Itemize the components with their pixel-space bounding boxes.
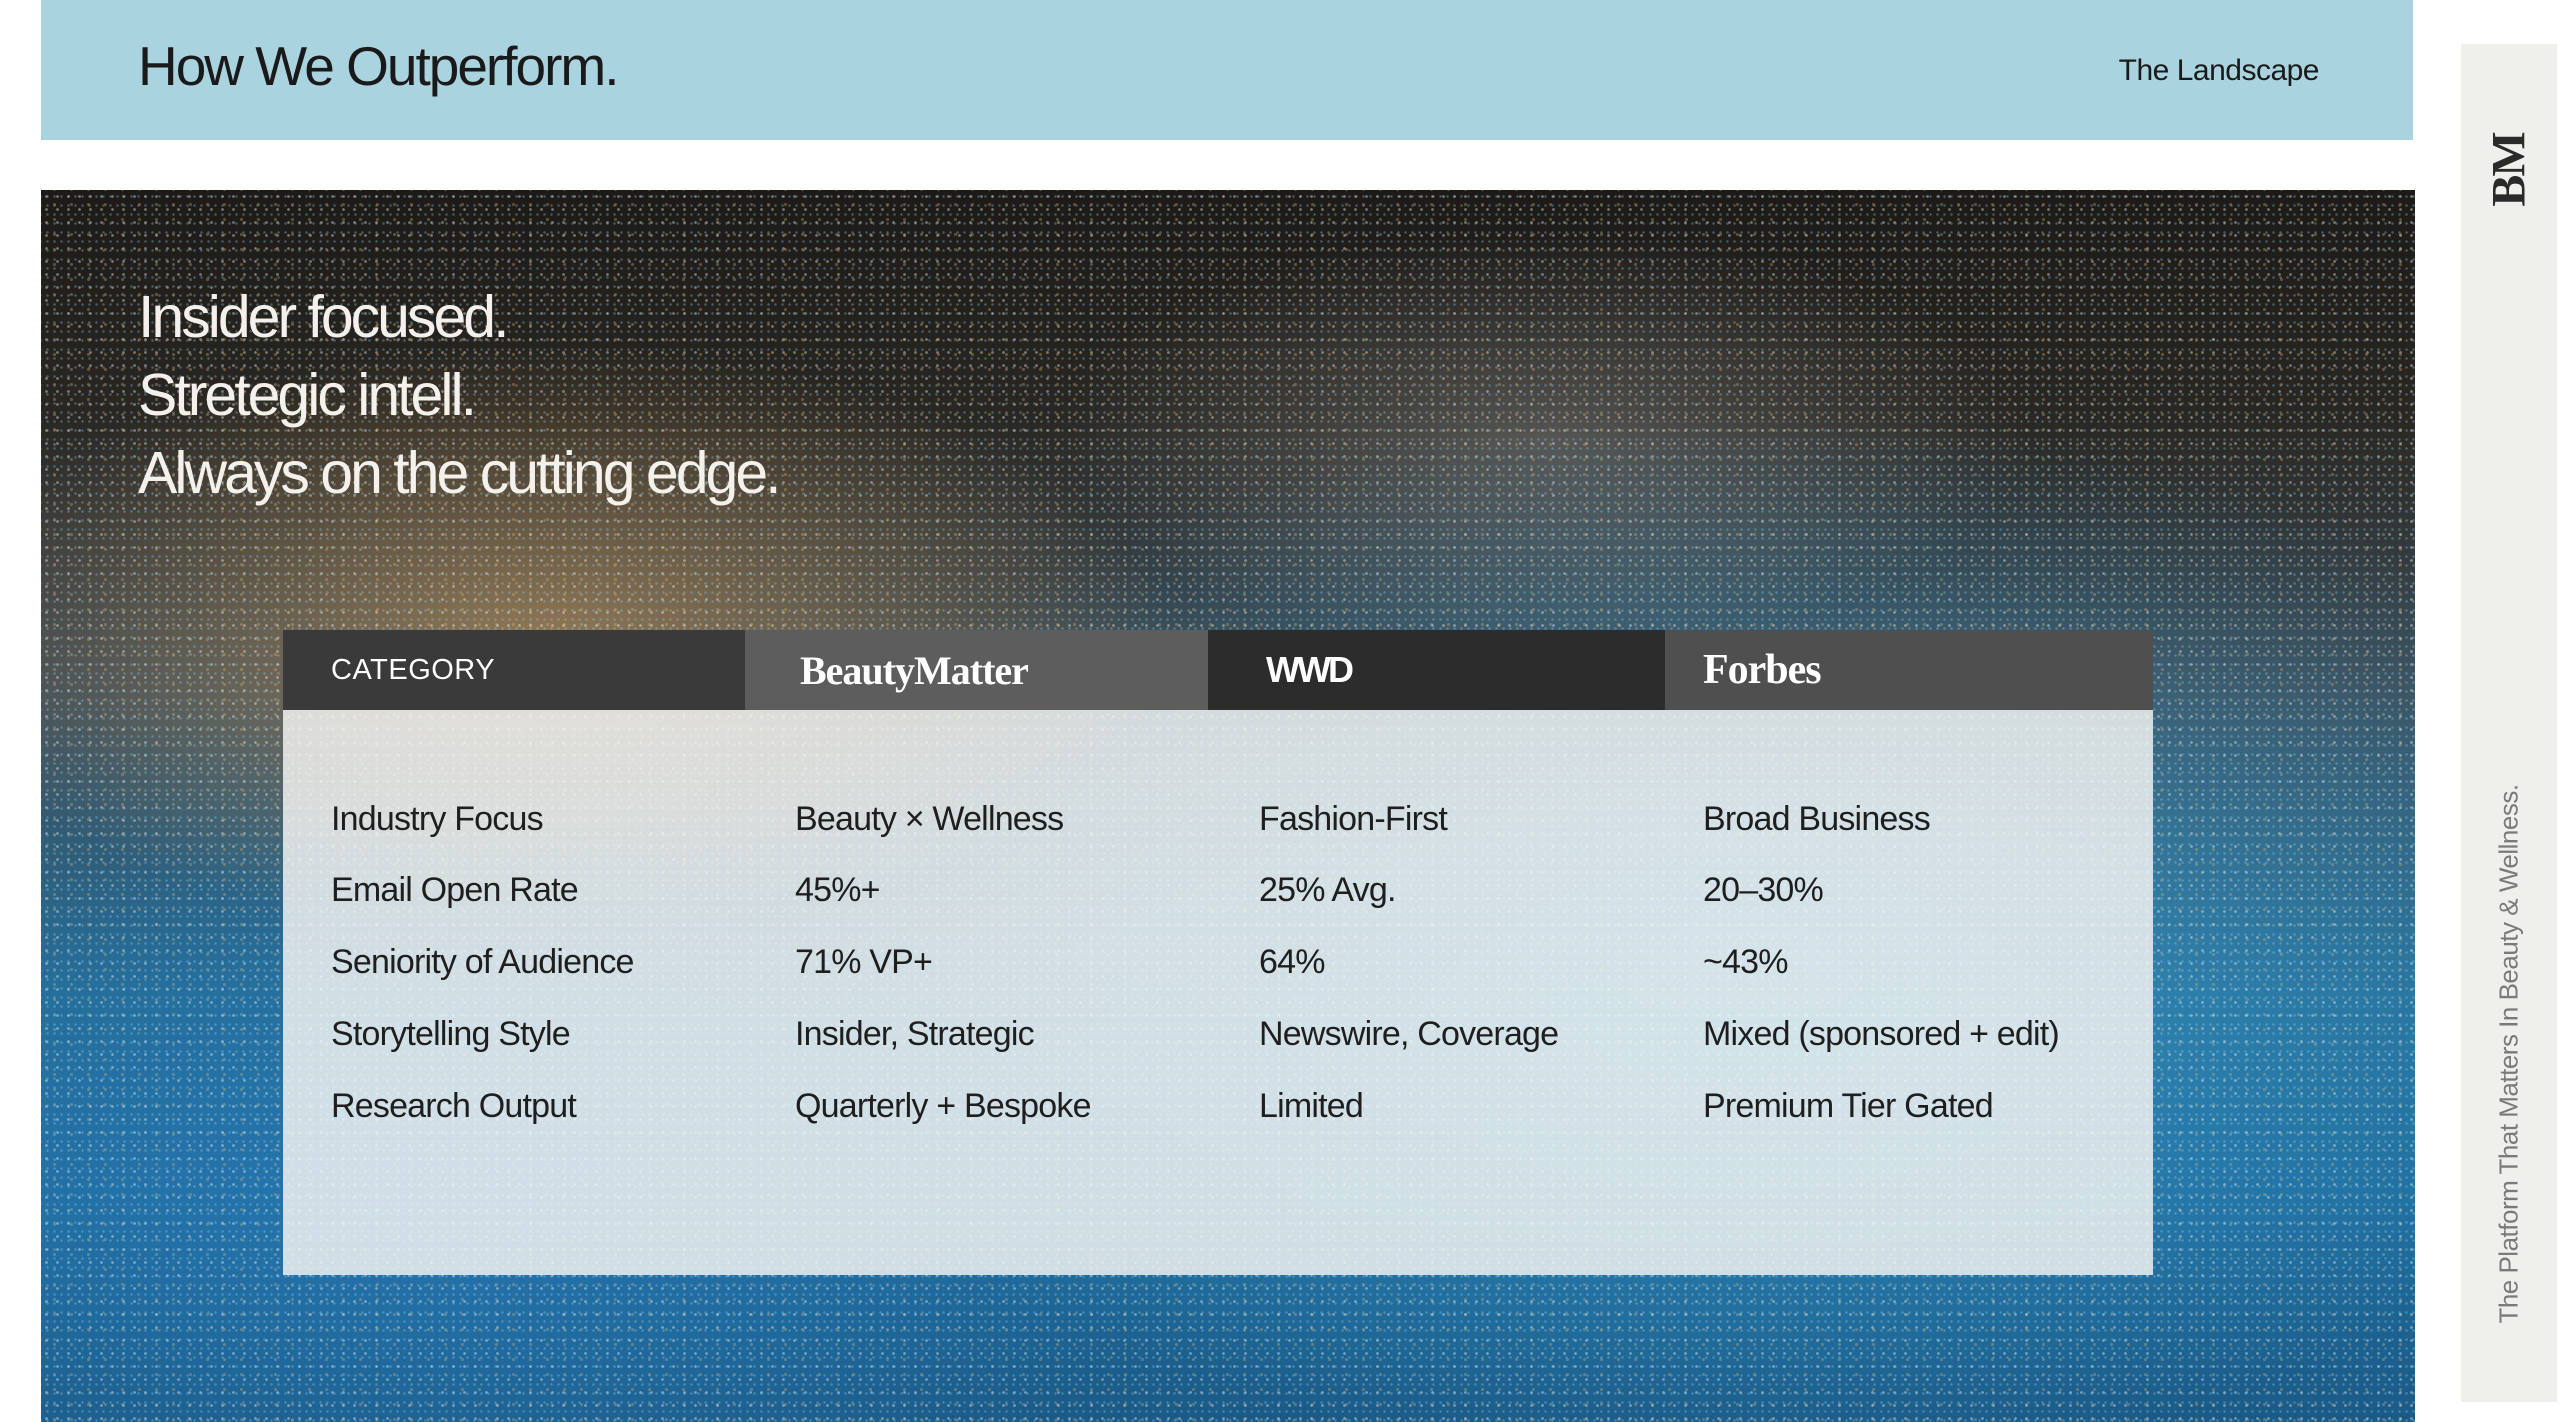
hero-tagline: Insider focused. Stretegic intell. Alway…: [138, 278, 782, 512]
row-label: Email Open Rate: [331, 871, 579, 909]
table-row: Seniority of Audience 71% VP+ 64% ~43%: [283, 932, 2153, 992]
header-category: CATEGORY: [283, 630, 745, 710]
wwd-value: Fashion-First: [1259, 800, 1448, 838]
table-body: Industry Focus Beauty × Wellness Fashion…: [283, 710, 2153, 1275]
wwd-value: Limited: [1259, 1087, 1364, 1125]
wwd-value: 25% Avg.: [1259, 871, 1396, 909]
table-row: Research Output Quarterly + Bespoke Limi…: [283, 1076, 2153, 1136]
row-label: Storytelling Style: [331, 1015, 571, 1053]
table-row: Storytelling Style Insider, Strategic Ne…: [283, 1004, 2153, 1064]
forbes-value: 20–30%: [1703, 871, 1824, 909]
forbes-value: ~43%: [1703, 943, 1789, 981]
slide-page: How We Outperform. The Landscape Insider…: [0, 0, 2560, 1422]
section-label: The Landscape: [2118, 54, 2320, 87]
table-row: Email Open Rate 45%+ 25% Avg. 20–30%: [283, 860, 2153, 920]
beautymatter-value: 45%+: [795, 871, 881, 909]
header-forbes-logo: Forbes: [1665, 630, 2153, 710]
beautymatter-value: Beauty × Wellness: [795, 800, 1064, 838]
hero-line-1: Insider focused.: [138, 284, 510, 350]
brand-tagline: The Platform That Matters In Beauty & We…: [2493, 784, 2524, 1324]
header-beautymatter-logo: BeautyMatter: [745, 630, 1208, 710]
beautymatter-value: Insider, Strategic: [795, 1015, 1035, 1053]
beautymatter-value: Quarterly + Bespoke: [795, 1087, 1091, 1125]
forbes-value: Premium Tier Gated: [1703, 1087, 1994, 1125]
row-label: Research Output: [331, 1087, 577, 1125]
beautymatter-value: 71% VP+: [795, 943, 933, 981]
row-label: Seniority of Audience: [331, 943, 634, 981]
page-title: How We Outperform.: [138, 35, 620, 97]
forbes-value: Broad Business: [1703, 800, 1931, 838]
forbes-value: Mixed (sponsored + edit): [1703, 1015, 2060, 1053]
comparison-table: CATEGORY BeautyMatter WWD Forbes Industr…: [283, 630, 2153, 1275]
row-label: Industry Focus: [331, 800, 544, 838]
wwd-value: 64%: [1259, 943, 1325, 981]
hero-line-2: Stretegic intell.: [138, 362, 477, 428]
table-header-row: CATEGORY BeautyMatter WWD Forbes: [283, 630, 2153, 710]
table-row: Industry Focus Beauty × Wellness Fashion…: [283, 789, 2153, 849]
header-wwd-logo: WWD: [1208, 630, 1665, 710]
wwd-value: Newswire, Coverage: [1259, 1015, 1559, 1053]
header-banner: How We Outperform. The Landscape: [41, 0, 2413, 140]
side-brand-tab: BM The Platform That Matters In Beauty &…: [2461, 44, 2557, 1402]
brand-logo: BM: [2482, 133, 2536, 207]
hero-line-3: Always on the cutting edge.: [138, 440, 782, 506]
